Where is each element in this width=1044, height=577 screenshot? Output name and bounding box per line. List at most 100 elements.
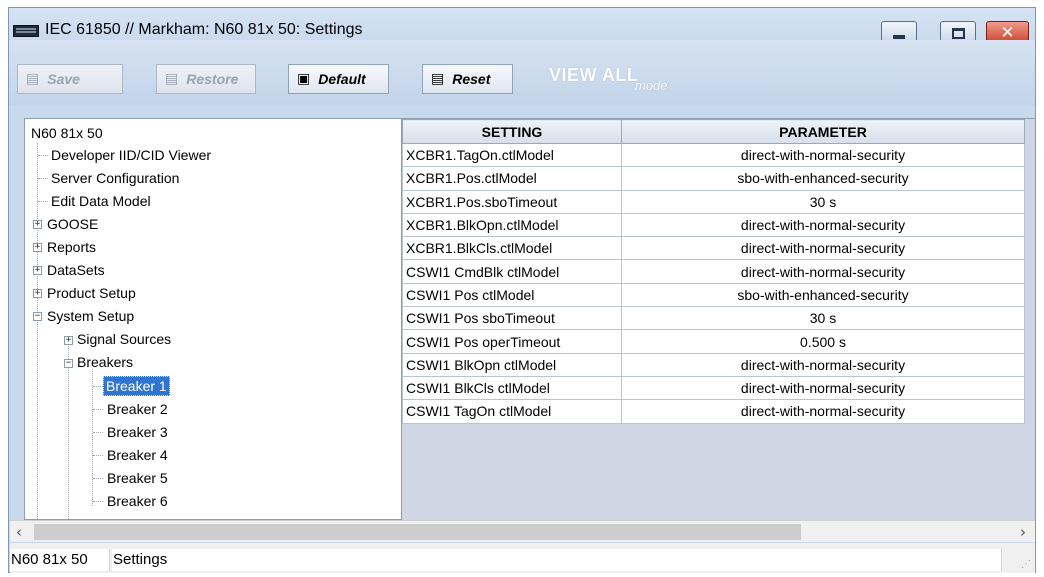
table-row: CSWI1 BlkOpn ctlModel direct-with-normal-… — [402, 352, 1025, 377]
scroll-left-icon[interactable]: ‹ — [16, 523, 22, 541]
setting-cell: CSWI1 Pos operTimeout — [402, 329, 622, 354]
table-row: CSWI1 Pos sboTimeout 30 s — [402, 306, 1025, 331]
default-button[interactable]: ▣ Default — [288, 64, 389, 94]
setting-cell: XCBR1.TagOn.ctlModel — [402, 142, 622, 168]
table-row: XCBR1.Pos.sboTimeout 30 s — [402, 189, 1025, 214]
view-all-label[interactable]: VIEW ALL — [549, 65, 638, 86]
tree-item-label: GOOSE — [47, 216, 99, 232]
setting-cell: XCBR1.Pos.sboTimeout — [402, 189, 622, 214]
tree-item-datasets[interactable]: DataSets — [45, 259, 107, 281]
scroll-right-icon[interactable]: › — [1020, 523, 1026, 541]
setting-cell: CSWI1 TagOn ctlModel — [402, 399, 622, 424]
reset-button-label: Reset — [452, 71, 491, 87]
tree-item-label: Product Setup — [47, 285, 136, 301]
status-bar: N60 81x 50 Settings ⋰ — [10, 543, 1035, 573]
tree-item-signal-sources[interactable]: Signal Sources — [75, 328, 173, 350]
setting-cell: CSWI1 CmdBlk ctlModel — [402, 259, 622, 284]
reset-button[interactable]: ▤ Reset — [422, 64, 513, 94]
tree-item-label: Edit Data Model — [51, 193, 151, 209]
tree-item-breaker-4[interactable]: Breaker 4 — [105, 444, 170, 466]
tree-item-reports[interactable]: Reports — [45, 236, 98, 258]
tree-item-goose[interactable]: GOOSE — [45, 213, 100, 235]
parameter-cell[interactable]: direct-with-normal-security — [621, 142, 1025, 168]
toolbar: ▤ Save ▤ Restore ▣ Default ▤ Reset VIEW … — [9, 40, 1035, 106]
parameter-cell[interactable]: 30 s — [621, 306, 1025, 331]
tree-item-breaker-6[interactable]: Breaker 6 — [105, 490, 170, 512]
parameter-cell[interactable]: direct-with-normal-security — [621, 236, 1025, 261]
view-all-mode-label: mode — [635, 78, 668, 93]
parameter-cell[interactable]: direct-with-normal-security — [621, 259, 1025, 284]
tree-item-label: Breakers — [77, 354, 134, 370]
table-row: CSWI1 Pos operTimeout 0.500 s — [402, 329, 1025, 354]
tree-item-label: Breaker 5 — [107, 470, 168, 486]
collapse-icon[interactable]: − — [64, 359, 73, 368]
tree-root[interactable]: N60 81x 50 — [29, 122, 105, 144]
setting-cell: CSWI1 Pos ctlModel — [402, 282, 622, 308]
minimize-icon — [893, 35, 905, 39]
table-row: CSWI1 CmdBlk ctlModel direct-with-normal-… — [402, 259, 1025, 284]
parameter-cell[interactable]: direct-with-normal-security — [621, 212, 1025, 238]
table-row: XCBR1.BlkCls.ctlModel direct-with-normal-… — [402, 236, 1025, 261]
setting-cell: XCBR1.Pos.ctlModel — [402, 166, 622, 191]
tree-branch-line — [93, 386, 103, 387]
parameter-cell[interactable]: sbo-with-enhanced-security — [621, 166, 1025, 191]
tree-item-breaker-1[interactable]: Breaker 1 — [103, 375, 170, 397]
table-row: CSWI1 TagOn ctlModel direct-with-normal-s… — [402, 399, 1025, 424]
expand-icon[interactable]: + — [33, 266, 42, 275]
tree-branch-line — [93, 409, 103, 410]
collapse-icon[interactable]: − — [33, 312, 42, 321]
table-row: CSWI1 BlkCls ctlModel direct-with-normal-… — [402, 375, 1025, 401]
save-icon: ▤ — [26, 71, 40, 87]
parameter-cell[interactable]: direct-with-normal-security — [621, 375, 1025, 401]
tree-branch-line — [93, 501, 103, 502]
status-page: Settings — [112, 549, 1002, 571]
restore-button-label: Restore — [186, 71, 239, 87]
setting-cell: XCBR1.BlkCls.ctlModel — [402, 236, 622, 261]
tree-branch-line — [38, 178, 48, 179]
tree-item-label: DataSets — [47, 262, 105, 278]
parameter-cell[interactable]: sbo-with-enhanced-security — [621, 282, 1025, 308]
tree-item-developer-viewer[interactable]: Developer IID/CID Viewer — [49, 144, 213, 166]
tree-item-label: Breaker 1 — [103, 376, 170, 396]
save-button[interactable]: ▤ Save — [17, 64, 123, 94]
table-header-row: SETTING PARAMETER — [402, 119, 1025, 144]
column-header-parameter[interactable]: PARAMETER — [621, 119, 1025, 144]
settings-table-panel: SETTING PARAMETER XCBR1.TagOn.ctlModel di… — [402, 118, 1035, 520]
tree-root-label: N60 81x 50 — [31, 125, 103, 141]
parameter-cell[interactable]: direct-with-normal-security — [621, 399, 1025, 424]
settings-window: IEC 61850 // Markham: N60 81x 50: Settin… — [8, 7, 1036, 573]
expand-icon[interactable]: + — [33, 220, 42, 229]
reset-icon: ▤ — [431, 71, 445, 87]
expand-icon[interactable]: + — [64, 336, 73, 345]
parameter-cell[interactable]: direct-with-normal-security — [621, 352, 1025, 377]
expand-icon[interactable]: + — [33, 243, 42, 252]
tree-item-edit-data-model[interactable]: Edit Data Model — [49, 190, 153, 212]
resize-grip-icon[interactable]: ⋰ — [1021, 559, 1031, 570]
restore-button[interactable]: ▤ Restore — [156, 64, 256, 94]
tree-branch-line — [38, 201, 48, 202]
parameter-cell[interactable]: 0.500 s — [621, 329, 1025, 354]
table-row: CSWI1 Pos ctlModel sbo-with-enhanced-secu… — [402, 282, 1025, 308]
tree-item-breaker-2[interactable]: Breaker 2 — [105, 398, 170, 420]
status-device: N60 81x 50 — [10, 549, 110, 571]
horizontal-scrollbar[interactable]: ‹ › — [10, 520, 1035, 542]
default-icon: ▣ — [297, 71, 311, 87]
tree-item-label: Breaker 6 — [107, 493, 168, 509]
scrollbar-thumb[interactable] — [34, 524, 801, 540]
maximize-icon — [952, 28, 965, 39]
tree-guide-line — [37, 143, 38, 519]
tree-item-server-configuration[interactable]: Server Configuration — [49, 167, 181, 189]
settings-tree[interactable]: N60 81x 50 Developer IID/CID Viewer Serv… — [24, 118, 402, 520]
parameter-cell[interactable]: 30 s — [621, 189, 1025, 214]
tree-item-system-setup[interactable]: System Setup — [45, 305, 136, 327]
tree-item-breakers[interactable]: Breakers — [75, 351, 135, 373]
setting-cell: XCBR1.BlkOpn.ctlModel — [402, 212, 622, 238]
column-header-setting[interactable]: SETTING — [402, 119, 622, 144]
tree-item-label: Developer IID/CID Viewer — [51, 147, 212, 163]
tree-item-breaker-5[interactable]: Breaker 5 — [105, 467, 170, 489]
expand-icon[interactable]: + — [33, 289, 42, 298]
tree-branch-line — [93, 478, 103, 479]
tree-item-breaker-3[interactable]: Breaker 3 — [105, 421, 170, 443]
tree-item-label: Reports — [47, 239, 97, 255]
tree-item-product-setup[interactable]: Product Setup — [45, 282, 138, 304]
